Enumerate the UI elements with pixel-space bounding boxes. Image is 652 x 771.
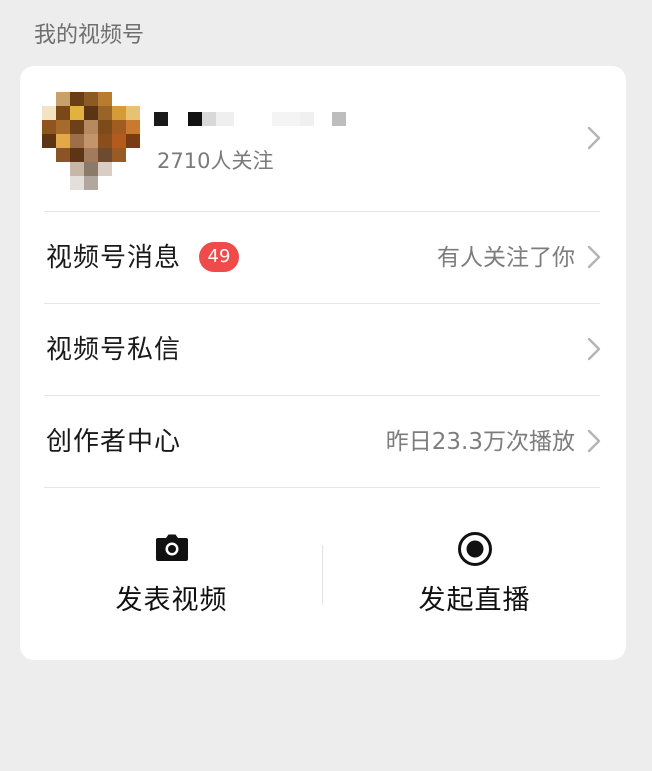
- followers-count: 2710人关注: [157, 149, 274, 173]
- unread-badge: 49: [199, 242, 239, 272]
- action-label: 发起直播: [418, 585, 531, 616]
- chevron-right-icon: [587, 429, 601, 453]
- profile-row[interactable]: 2710人关注: [20, 66, 626, 211]
- chevron-right-icon: [587, 245, 601, 269]
- camera-icon: [154, 531, 190, 567]
- post-video-button[interactable]: 发表视频: [20, 489, 323, 660]
- row-channel-private-messages[interactable]: 视频号私信: [20, 304, 626, 395]
- row-label: 创作者中心: [46, 427, 182, 457]
- action-label: 发表视频: [115, 585, 228, 616]
- channels-card: 2710人关注 视频号消息 49 有人关注了你 视频号私信 创作者中心 昨日23…: [20, 66, 626, 660]
- chevron-right-icon: [587, 337, 601, 361]
- row-value: 昨日23.3万次播放: [385, 429, 575, 455]
- chevron-right-icon: [587, 126, 601, 150]
- row-label: 视频号私信: [46, 335, 182, 365]
- live-record-icon: [457, 531, 493, 567]
- action-bar: 发表视频 发起直播: [20, 489, 626, 660]
- row-value: 有人关注了你: [437, 245, 575, 271]
- row-label: 视频号消息: [46, 243, 182, 273]
- avatar[interactable]: [42, 92, 140, 190]
- section-title: 我的视频号: [34, 23, 145, 48]
- row-channel-messages[interactable]: 视频号消息 49 有人关注了你: [20, 212, 626, 303]
- divider: [44, 487, 600, 488]
- start-live-button[interactable]: 发起直播: [323, 489, 626, 660]
- row-creator-center[interactable]: 创作者中心 昨日23.3万次播放: [20, 396, 626, 487]
- profile-name-obscured: [154, 108, 374, 130]
